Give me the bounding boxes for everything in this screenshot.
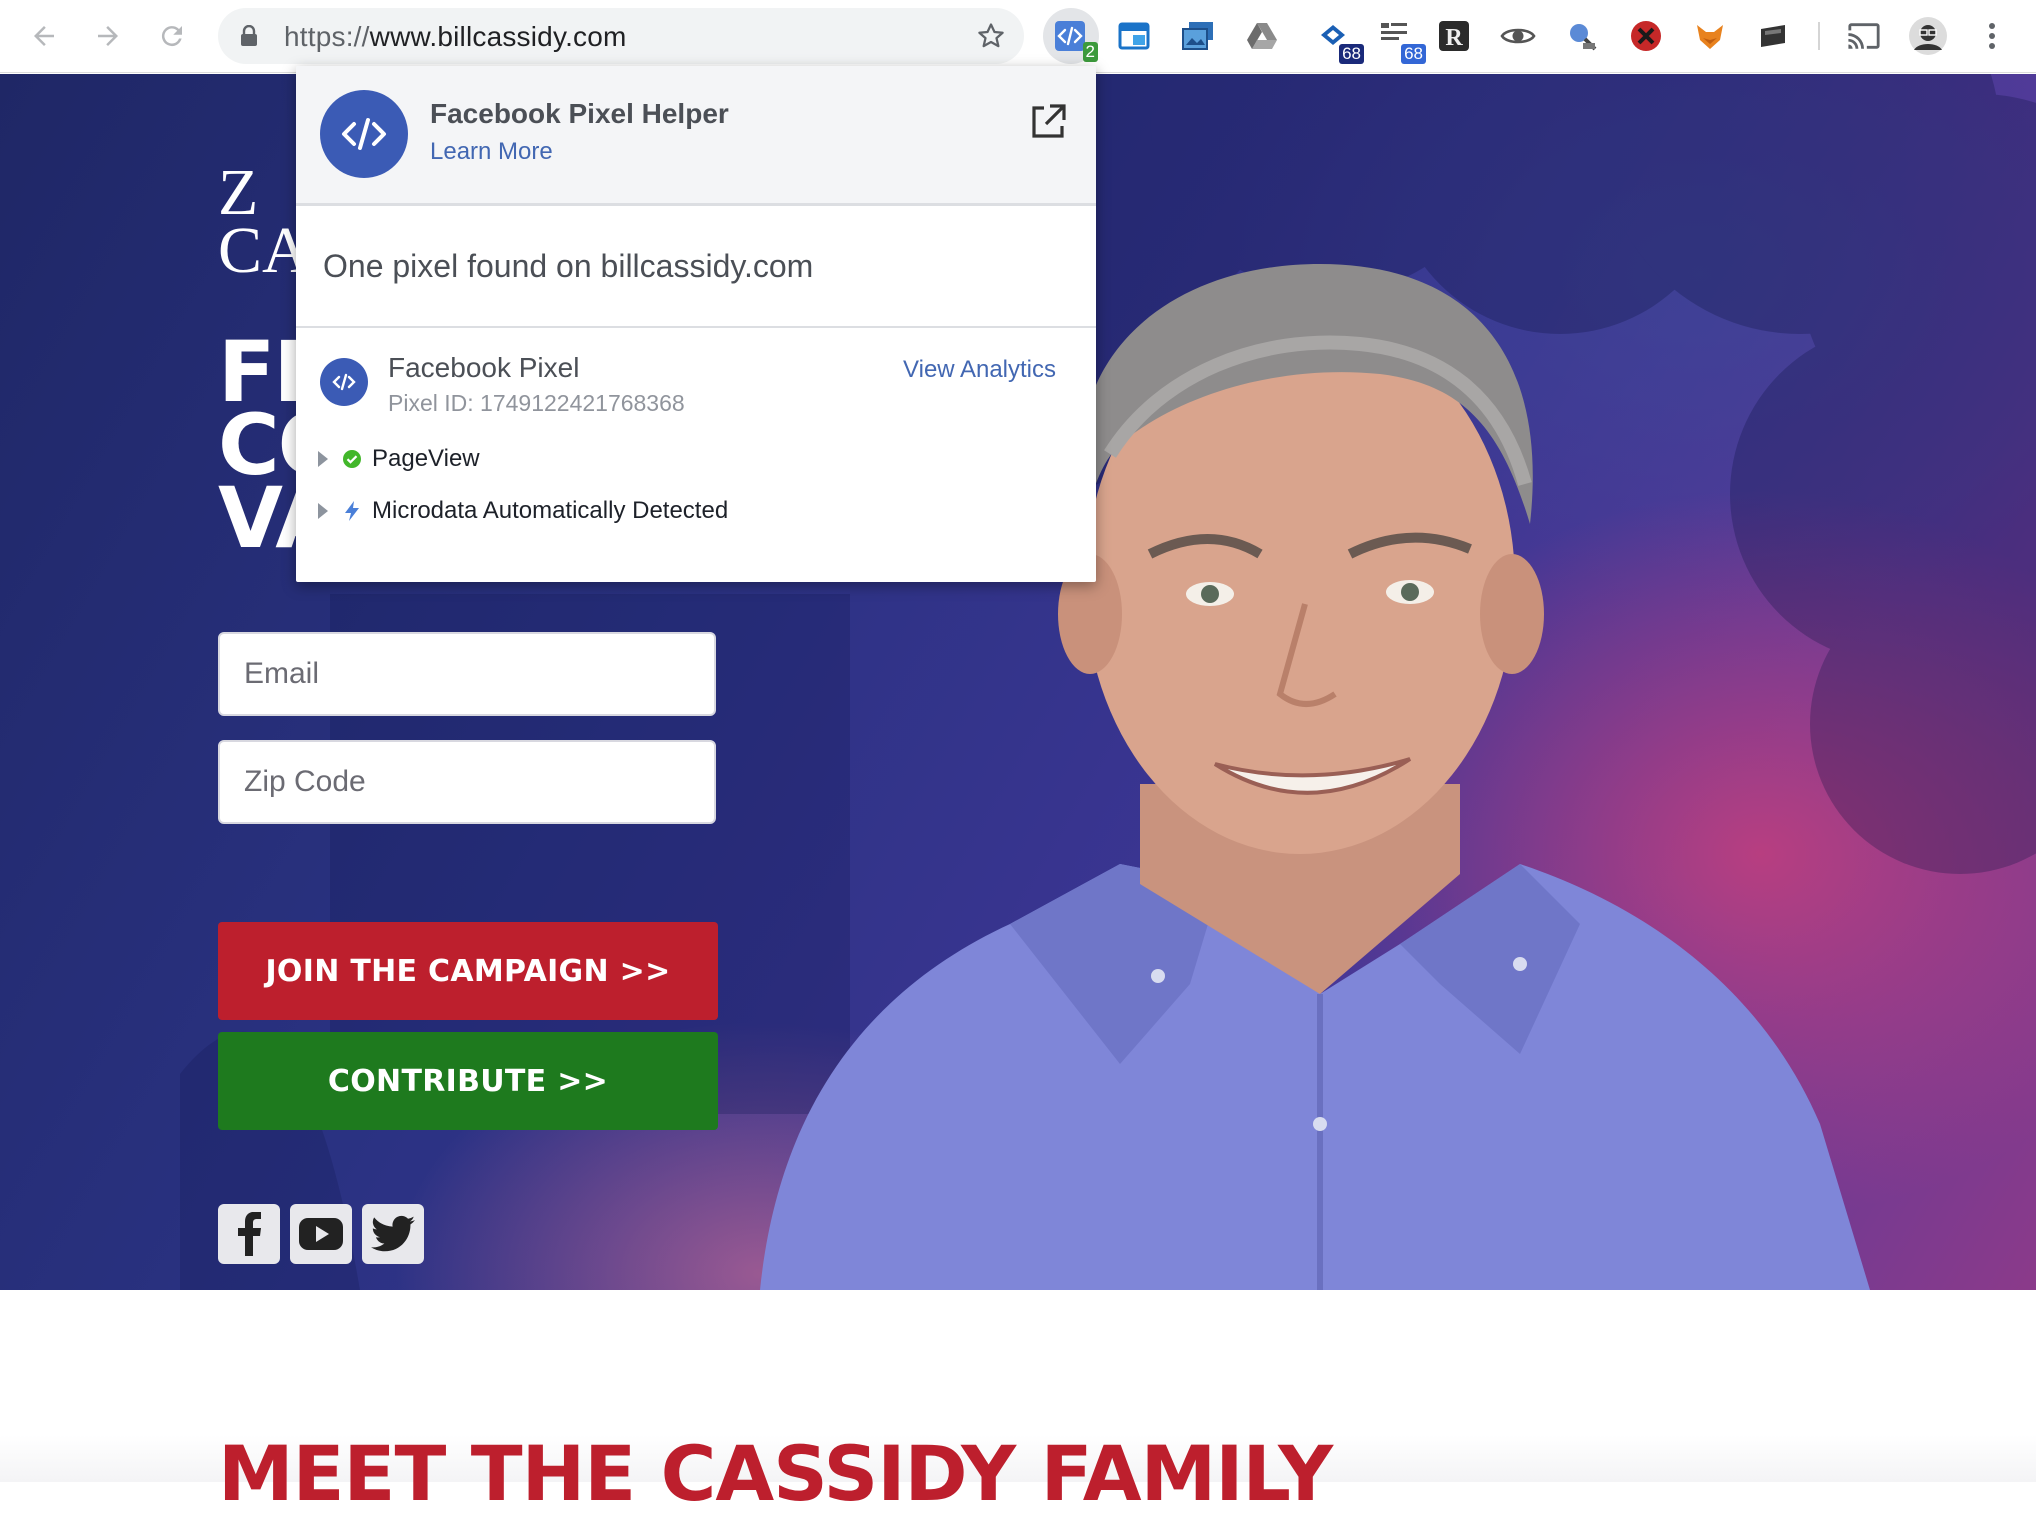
- mail-count-badge: 68: [1339, 44, 1364, 64]
- youtube-icon: [299, 1218, 343, 1250]
- zip-code-field[interactable]: [218, 740, 716, 824]
- event-row-pageview[interactable]: PageView: [318, 442, 480, 476]
- lightning-bolt-icon: [345, 501, 359, 521]
- email-input[interactable]: [220, 634, 714, 714]
- facebook-link[interactable]: [218, 1204, 280, 1264]
- google-drive-icon[interactable]: [1242, 16, 1282, 56]
- chrome-menu-button[interactable]: [1972, 16, 2012, 56]
- popup-header: Facebook Pixel Helper Learn More: [296, 66, 1096, 206]
- pixel-summary: One pixel found on billcassidy.com: [323, 248, 814, 284]
- reload-button[interactable]: [150, 14, 194, 58]
- twitter-icon: [371, 1215, 415, 1252]
- youtube-link[interactable]: [290, 1204, 352, 1264]
- extension-satellite-icon[interactable]: [1562, 16, 1602, 56]
- twitter-link[interactable]: [362, 1204, 424, 1264]
- cast-icon[interactable]: [1844, 16, 1884, 56]
- code-icon: [1055, 21, 1085, 51]
- reload-icon: [161, 26, 182, 47]
- extension-card-icon[interactable]: [1754, 16, 1794, 56]
- pixel-helper-popup: Facebook Pixel Helper Learn More One pix…: [296, 66, 1096, 582]
- pixel-name: Facebook Pixel: [388, 352, 580, 383]
- code-icon: [332, 373, 356, 391]
- section-title: MEET THE CASSIDY FAMILY: [218, 1429, 1333, 1518]
- expand-triangle-icon: [318, 451, 328, 467]
- event-row-microdata[interactable]: Microdata Automatically Detected: [318, 494, 728, 528]
- profile-avatar[interactable]: [1908, 16, 1948, 56]
- event-label: Microdata Automatically Detected: [372, 497, 729, 524]
- contribute-button[interactable]: CONTRIBUTE >>: [218, 1032, 718, 1130]
- extension-queue-icon[interactable]: 68: [1374, 16, 1426, 64]
- back-button[interactable]: [22, 14, 66, 58]
- facebook-pixel-logo: [320, 358, 368, 406]
- extension-r-icon[interactable]: R: [1434, 16, 1474, 56]
- zip-code-input[interactable]: [220, 742, 714, 822]
- blocker-icon[interactable]: [1626, 16, 1666, 56]
- pixel-helper-extension-icon[interactable]: 2: [1050, 16, 1098, 62]
- facebook-icon: [238, 1212, 261, 1256]
- url-text: https://www.billcassidy.com: [284, 21, 627, 53]
- event-label: PageView: [372, 445, 480, 472]
- url-host: www.billcassidy.com: [369, 21, 627, 52]
- back-arrow-icon: [34, 26, 54, 46]
- view-analytics-link[interactable]: View Analytics: [903, 356, 1056, 384]
- family-section: MEET THE CASSIDY FAMILY: [0, 1290, 2036, 1514]
- browser-toolbar: https://www.billcassidy.com 2 68 68 R: [0, 0, 2036, 73]
- queue-count-badge: 68: [1401, 44, 1426, 64]
- pixel-helper-badge: 2: [1082, 42, 1098, 62]
- popup-divider: [296, 326, 1096, 328]
- email-field[interactable]: [218, 632, 716, 716]
- success-check-icon: [343, 450, 361, 468]
- url-scheme: https://: [284, 21, 370, 52]
- expand-triangle-icon: [318, 503, 328, 519]
- address-bar[interactable]: https://www.billcassidy.com: [218, 8, 1024, 64]
- forward-button[interactable]: [86, 14, 130, 58]
- learn-more-link[interactable]: Learn More: [430, 138, 553, 166]
- fox-icon[interactable]: [1690, 16, 1730, 56]
- bookmark-star-icon[interactable]: [976, 21, 1006, 51]
- popup-title: Facebook Pixel Helper: [430, 98, 729, 129]
- forward-arrow-icon: [98, 26, 118, 46]
- extension-window-icon[interactable]: [1114, 16, 1154, 56]
- open-external-icon[interactable]: [1028, 102, 1068, 142]
- toolbar-separator: [1818, 22, 1820, 50]
- extension-mail-icon[interactable]: 68: [1314, 16, 1364, 64]
- join-campaign-button[interactable]: JOIN THE CAMPAIGN >>: [218, 922, 718, 1020]
- eye-icon[interactable]: [1498, 16, 1538, 56]
- pixel-id: Pixel ID: 1749122421768368: [388, 390, 685, 416]
- lock-icon: [241, 25, 257, 46]
- pixel-helper-logo: [320, 90, 408, 178]
- code-icon: [342, 118, 386, 150]
- svg-text:R: R: [1445, 25, 1463, 51]
- extension-screenshot-icon[interactable]: [1178, 16, 1218, 56]
- kebab-menu-icon: [1989, 23, 1995, 49]
